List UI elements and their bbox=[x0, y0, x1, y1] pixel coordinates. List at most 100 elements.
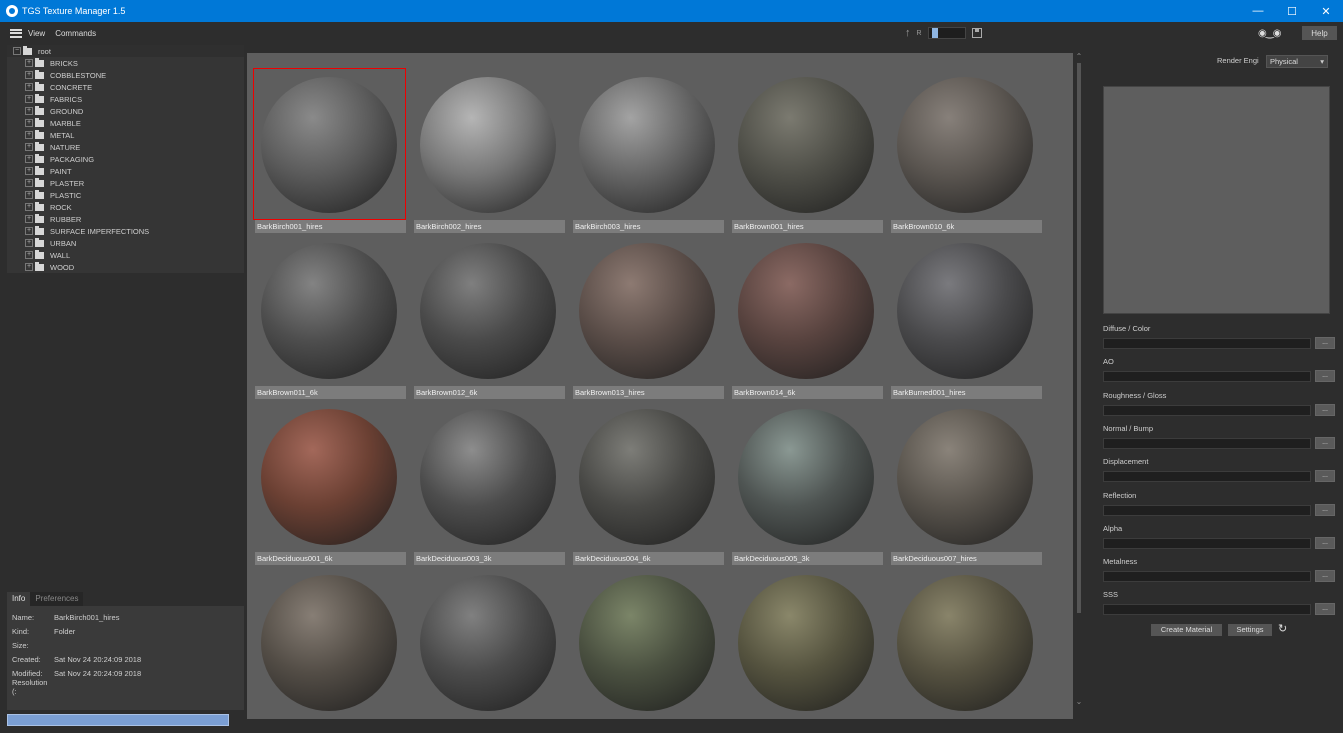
expand-icon[interactable]: + bbox=[25, 131, 33, 139]
tree-item[interactable]: + COBBLESTONE bbox=[7, 69, 244, 81]
material-sphere[interactable] bbox=[420, 409, 556, 545]
material-tile[interactable]: BarkDeciduous001_6k bbox=[247, 385, 406, 565]
tree-item[interactable]: + URBAN bbox=[7, 237, 244, 249]
expand-icon[interactable]: + bbox=[25, 71, 33, 79]
collapse-icon[interactable]: − bbox=[13, 47, 21, 55]
material-sphere[interactable] bbox=[261, 243, 397, 379]
hamburger-menu-icon[interactable] bbox=[10, 28, 22, 38]
expand-icon[interactable]: + bbox=[25, 215, 33, 223]
material-sphere[interactable] bbox=[897, 575, 1033, 711]
expand-icon[interactable]: + bbox=[25, 191, 33, 199]
settings-button[interactable]: Settings bbox=[1228, 624, 1272, 636]
material-sphere[interactable] bbox=[261, 575, 397, 711]
slot-path-field[interactable] bbox=[1103, 471, 1311, 483]
refresh-icon[interactable]: ↻ bbox=[1278, 622, 1287, 635]
material-tile[interactable]: BarkDeciduous007_hires bbox=[883, 385, 1042, 565]
tree-item[interactable]: + GROUND bbox=[7, 105, 244, 117]
material-tile[interactable]: BarkBrown014_6k bbox=[724, 219, 883, 399]
browse-button[interactable]: ... bbox=[1315, 503, 1335, 516]
slot-path-field[interactable] bbox=[1103, 404, 1311, 416]
browse-button[interactable]: ... bbox=[1315, 536, 1335, 549]
material-sphere[interactable] bbox=[897, 243, 1033, 379]
tree-item[interactable]: + PAINT bbox=[7, 165, 244, 177]
material-sphere[interactable] bbox=[738, 409, 874, 545]
expand-icon[interactable]: + bbox=[25, 95, 33, 103]
expand-icon[interactable]: + bbox=[25, 59, 33, 67]
slider-knob[interactable] bbox=[931, 28, 938, 38]
tab-info[interactable]: Info bbox=[7, 592, 31, 606]
expand-icon[interactable]: + bbox=[25, 179, 33, 187]
material-tile[interactable]: BarkDeciduous005_3k bbox=[724, 385, 883, 565]
browse-button[interactable]: ... bbox=[1315, 370, 1335, 383]
slot-path-field[interactable] bbox=[1103, 437, 1311, 449]
slot-path-field[interactable] bbox=[1103, 604, 1311, 616]
create-material-button[interactable]: Create Material bbox=[1151, 624, 1222, 636]
maximize-button[interactable]: ☐ bbox=[1275, 0, 1309, 22]
menu-view[interactable]: View bbox=[28, 29, 45, 38]
expand-icon[interactable]: + bbox=[25, 155, 33, 163]
material-tile[interactable]: BarkDeciduous003_3k bbox=[406, 385, 565, 565]
material-tile[interactable] bbox=[883, 551, 1034, 717]
slot-path-field[interactable] bbox=[1103, 371, 1311, 383]
tree-item[interactable]: + METAL bbox=[7, 129, 244, 141]
material-sphere[interactable] bbox=[261, 77, 397, 213]
browse-button[interactable]: ... bbox=[1315, 570, 1335, 583]
material-tile[interactable]: BarkBurned001_hires bbox=[883, 219, 1042, 399]
material-tile[interactable]: BarkBirch002_hires bbox=[406, 53, 565, 233]
expand-icon[interactable]: + bbox=[25, 107, 33, 115]
slot-path-field[interactable] bbox=[1103, 338, 1311, 349]
expand-icon[interactable]: + bbox=[25, 119, 33, 127]
browse-button[interactable]: ... bbox=[1315, 436, 1335, 449]
material-sphere[interactable] bbox=[738, 77, 874, 213]
material-sphere[interactable] bbox=[579, 575, 715, 711]
help-button[interactable]: Help bbox=[1302, 26, 1337, 40]
expand-icon[interactable]: + bbox=[25, 143, 33, 151]
material-sphere[interactable] bbox=[579, 409, 715, 545]
material-tile[interactable] bbox=[565, 551, 716, 717]
slot-path-field[interactable] bbox=[1103, 571, 1311, 583]
material-tile[interactable]: BarkBrown011_6k bbox=[247, 219, 406, 399]
tree-item[interactable]: + BRICKS bbox=[7, 57, 244, 69]
expand-icon[interactable]: + bbox=[25, 239, 33, 247]
tree-root[interactable]: − root bbox=[7, 45, 244, 57]
expand-icon[interactable]: + bbox=[25, 167, 33, 175]
material-sphere[interactable] bbox=[420, 77, 556, 213]
tree-item[interactable]: + PLASTER bbox=[7, 177, 244, 189]
slot-path-field[interactable] bbox=[1103, 537, 1311, 549]
material-tile[interactable]: BarkBirch001_hires bbox=[247, 53, 406, 233]
material-sphere[interactable] bbox=[738, 575, 874, 711]
browse-button[interactable]: ... bbox=[1315, 337, 1335, 349]
material-tile[interactable] bbox=[724, 551, 875, 717]
tree-item[interactable]: + PACKAGING bbox=[7, 153, 244, 165]
material-tile[interactable]: BarkBrown012_6k bbox=[406, 219, 565, 399]
tree-item[interactable]: + ROCK bbox=[7, 201, 244, 213]
material-sphere[interactable] bbox=[420, 575, 556, 711]
save-icon[interactable] bbox=[971, 28, 982, 38]
tree-item[interactable]: + CONCRETE bbox=[7, 81, 244, 93]
material-tile[interactable]: BarkDeciduous004_6k bbox=[565, 385, 724, 565]
material-tile[interactable] bbox=[406, 551, 557, 717]
tree-item[interactable]: + WALL bbox=[7, 249, 244, 261]
expand-icon[interactable]: + bbox=[25, 83, 33, 91]
tree-item[interactable]: + SURFACE IMPERFECTIONS bbox=[7, 225, 244, 237]
render-engine-select[interactable]: Physical bbox=[1266, 55, 1328, 68]
material-sphere[interactable] bbox=[738, 243, 874, 379]
browse-button[interactable]: ... bbox=[1315, 403, 1335, 416]
tree-item[interactable]: + RUBBER bbox=[7, 213, 244, 225]
tab-preferences[interactable]: Preferences bbox=[30, 592, 84, 606]
expand-icon[interactable]: + bbox=[25, 251, 33, 259]
expand-icon[interactable]: + bbox=[25, 227, 33, 235]
material-tile[interactable]: BarkBrown010_6k bbox=[883, 53, 1042, 233]
tree-item[interactable]: + NATURE bbox=[7, 141, 244, 153]
folder-up-icon[interactable]: ↑ bbox=[905, 27, 911, 39]
material-sphere[interactable] bbox=[897, 409, 1033, 545]
tree-item[interactable]: + PLASTIC bbox=[7, 189, 244, 201]
browse-button[interactable]: ... bbox=[1315, 603, 1335, 616]
grid-scrollbar[interactable]: ⌃ ⌄ bbox=[1075, 53, 1083, 713]
tree-item[interactable]: + WOOD bbox=[7, 261, 244, 273]
expand-icon[interactable]: + bbox=[25, 203, 33, 211]
thumbnail-size-slider[interactable] bbox=[927, 27, 966, 39]
tree-item[interactable]: + FABRICS bbox=[7, 93, 244, 105]
scroll-up-icon[interactable]: ⌃ bbox=[1075, 53, 1083, 61]
material-tile[interactable]: BarkBirch003_hires bbox=[565, 53, 724, 233]
